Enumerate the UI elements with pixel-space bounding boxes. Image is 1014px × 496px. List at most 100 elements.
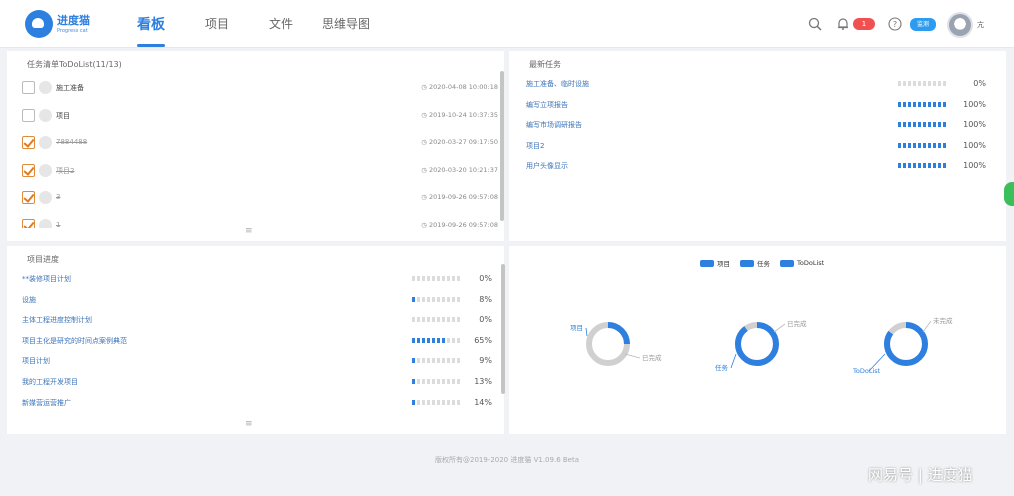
- progress-segment: [457, 317, 460, 323]
- assignee-avatar: [39, 108, 52, 122]
- todo-label: 3: [56, 193, 61, 202]
- project-row[interactable]: 设施 8%: [22, 295, 494, 307]
- progress-percent: 0%: [479, 274, 492, 283]
- user-name[interactable]: 亢: [977, 20, 984, 30]
- donut-leader-line: [585, 327, 588, 337]
- progress-segment: [928, 122, 931, 127]
- progress-expand-icon[interactable]: ≡: [245, 420, 255, 429]
- nav-files[interactable]: 文件: [269, 15, 293, 32]
- user-avatar[interactable]: [947, 12, 973, 38]
- logo-icon[interactable]: [25, 10, 53, 38]
- todo-item[interactable]: 项目 ◷ 2019-10-24 10:37:35: [22, 108, 498, 125]
- progress-bar: [412, 358, 460, 364]
- todo-item[interactable]: 3 ◷ 2019-09-26 09:57:08: [22, 191, 498, 207]
- todo-checkbox[interactable]: [22, 191, 35, 205]
- project-row[interactable]: **装修项目计划 0%: [22, 274, 494, 286]
- nav-dashboard[interactable]: 看板: [137, 14, 165, 34]
- legend-item-project[interactable]: 项目: [700, 258, 730, 268]
- project-row[interactable]: 项目主化是研究的时间点案例典范 65%: [22, 336, 494, 348]
- progress-segment: [432, 358, 435, 364]
- latest-task-label[interactable]: 编写市场调研报告: [526, 120, 582, 130]
- progress-segment: [447, 276, 450, 281]
- progress-segment: [442, 317, 445, 323]
- progress-segment: [417, 399, 420, 405]
- project-row[interactable]: 我的工程开发项目 13%: [22, 377, 494, 389]
- progress-segment: [442, 358, 445, 364]
- progress-bar: [412, 399, 460, 405]
- progress-segment: [943, 142, 946, 148]
- project-label[interactable]: 新媒营运营推广: [22, 398, 71, 408]
- progress-percent: 100%: [963, 120, 986, 129]
- progress-segment: [457, 296, 460, 302]
- latest-task-label[interactable]: 项目2: [526, 141, 544, 151]
- nav-mindmap[interactable]: 思维导图: [322, 15, 370, 32]
- donut-leader-line: [624, 353, 641, 359]
- project-label[interactable]: 我的工程开发项目: [22, 377, 78, 387]
- project-label[interactable]: 主体工程进度控制计划: [22, 315, 92, 325]
- todo-checkbox[interactable]: [22, 219, 35, 228]
- status-pill[interactable]: 监测: [910, 18, 936, 31]
- latest-task-label[interactable]: 用户头像显示: [526, 161, 568, 171]
- progress-segment: [452, 399, 455, 405]
- todo-checkbox[interactable]: [22, 136, 35, 150]
- progress-scrollbar[interactable]: [501, 264, 505, 394]
- progress-percent: 100%: [963, 161, 986, 170]
- progress-segment: [437, 317, 440, 323]
- progress-segment: [442, 276, 445, 281]
- todo-item[interactable]: 1 ◷ 2019-09-26 09:57:08: [22, 219, 498, 228]
- bell-icon[interactable]: [836, 17, 850, 31]
- progress-segment: [898, 81, 901, 86]
- progress-segment: [943, 81, 946, 86]
- todo-checkbox[interactable]: [22, 163, 35, 177]
- project-label[interactable]: **装修项目计划: [22, 274, 71, 284]
- progress-segment: [923, 122, 926, 127]
- progress-segment: [412, 276, 415, 281]
- project-row[interactable]: 主体工程进度控制计划 0%: [22, 315, 494, 327]
- latest-task-row[interactable]: 项目2 100%: [526, 141, 988, 153]
- project-label[interactable]: 项目计划: [22, 356, 50, 366]
- todo-checkbox[interactable]: [22, 81, 35, 94]
- legend-item-todolist[interactable]: ToDoList: [780, 258, 824, 268]
- progress-segment: [412, 317, 415, 323]
- legend-item-task[interactable]: 任务: [740, 258, 770, 268]
- todo-item[interactable]: 施工准备 ◷ 2020-04-08 10:00:18: [22, 81, 498, 97]
- todo-expand-icon[interactable]: ≡: [245, 227, 255, 236]
- todo-label: 1: [56, 221, 61, 228]
- project-row[interactable]: 项目计划 9%: [22, 356, 494, 368]
- watermark: 网易号 | 进度猫: [868, 466, 973, 484]
- latest-task-label[interactable]: 施工准备、临时设施: [526, 79, 589, 89]
- progress-percent: 65%: [474, 335, 492, 345]
- latest-task-row[interactable]: 施工准备、临时设施 0%: [526, 79, 988, 91]
- progress-segment: [918, 122, 921, 127]
- progress-segment: [432, 296, 435, 302]
- donut-done-label: ToDoList: [852, 367, 881, 375]
- todo-scrollbar[interactable]: [500, 71, 504, 221]
- progress-segment: [417, 337, 420, 343]
- progress-segment: [908, 122, 911, 127]
- progress-segment: [447, 317, 450, 323]
- donut-done-label: 任务: [715, 363, 729, 372]
- progress-segment: [918, 101, 921, 107]
- latest-task-row[interactable]: 编写市场调研报告 100%: [526, 120, 988, 132]
- latest-task-row[interactable]: 编写立项报告 100%: [526, 100, 988, 112]
- project-row[interactable]: 新媒营运营推广 14%: [22, 398, 494, 410]
- project-label[interactable]: 设施: [22, 295, 36, 305]
- legend-swatch: [740, 259, 754, 267]
- progress-segment: [452, 276, 455, 281]
- search-icon[interactable]: [808, 17, 822, 31]
- todo-checkbox[interactable]: [22, 108, 35, 122]
- todo-item[interactable]: 项目2 ◷ 2020-03-20 10:21:37: [22, 163, 498, 180]
- todo-item[interactable]: 7884488 ◷ 2020-03-27 09:17:50: [22, 136, 498, 152]
- help-icon[interactable]: ?: [888, 17, 902, 31]
- donut-done-label: 项目: [570, 324, 583, 332]
- nav-projects[interactable]: 项目: [205, 15, 229, 32]
- progress-segment: [452, 379, 455, 384]
- project-label[interactable]: 项目主化是研究的时间点案例典范: [22, 336, 127, 346]
- progress-segment: [432, 399, 435, 405]
- donut-leader-line: [773, 323, 786, 333]
- side-float-button[interactable]: [1004, 182, 1014, 206]
- progress-segment: [928, 81, 931, 86]
- latest-task-label[interactable]: 编写立项报告: [526, 100, 568, 110]
- latest-task-row[interactable]: 用户头像显示 100%: [526, 161, 988, 173]
- progress-bar: [898, 101, 946, 107]
